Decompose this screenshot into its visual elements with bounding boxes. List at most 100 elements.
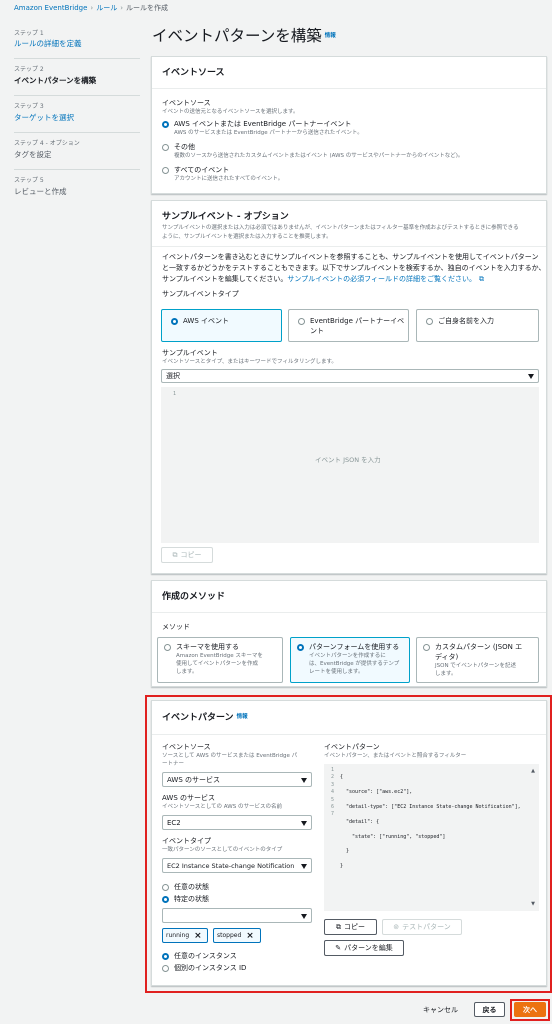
test-pattern-label: テストパターン: [402, 923, 451, 931]
event-source-panel: イベントソース イベントソース イベントの送信元となるイベントソースを選択します…: [151, 56, 547, 194]
pattern-source-value: AWS のサービス: [167, 775, 220, 784]
event-type-label: イベントタイプ: [162, 837, 211, 845]
event-type-select[interactable]: EC2 Instance State-change Notification: [162, 858, 312, 873]
nav-step-2-number: ステップ 2: [14, 66, 44, 73]
radio-aws-events[interactable]: [162, 121, 169, 128]
pattern-json-editor[interactable]: 1 2 3 4 5 6 7 { "source": ["aws.ec2"], "…: [324, 764, 539, 911]
info-link[interactable]: 情報: [237, 714, 248, 720]
json-line: "detail": {: [340, 818, 380, 825]
scroll-up-icon[interactable]: ▲: [531, 768, 535, 774]
radio-use-pattern-form[interactable]: [297, 644, 304, 651]
token-running: running ×: [162, 928, 208, 943]
card-use-schema-desc-3: します。: [176, 669, 198, 675]
sample-copy-button[interactable]: ⧉ コピー: [161, 547, 213, 563]
card-aws-event-label: AWS イベント: [183, 317, 229, 325]
radio-custom-event[interactable]: [426, 318, 433, 325]
required-fields-link[interactable]: サンプルイベントの必須フィールドの詳細をご覧ください。: [287, 275, 476, 283]
pattern-source-desc: ソースとして AWS のサービスまたは EventBridge パ: [162, 753, 298, 759]
card-partner-event-label: EventBridge パートナーイベ: [310, 317, 405, 325]
radio-aws-event[interactable]: [171, 318, 178, 325]
line-number: 1: [173, 391, 177, 397]
option-aws-events-desc: AWS のサービスまたは EventBridge パートナーから送信されたイベン…: [174, 130, 363, 136]
json-editor-placeholder: イベント JSON を入力: [315, 456, 381, 464]
copy-button-label: コピー: [180, 551, 202, 559]
card-use-pattern-form-desc-3: レートを使用します。: [309, 669, 364, 675]
event-source-heading: イベントソース: [162, 68, 225, 78]
aws-service-select[interactable]: EC2: [162, 815, 312, 830]
cancel-button[interactable]: キャンセル: [423, 1006, 458, 1014]
event-type-desc: 一致パターンのソースとしてのイベントのタイプ: [162, 847, 283, 853]
close-icon[interactable]: ×: [246, 931, 254, 941]
caret-down-icon: [301, 913, 307, 919]
test-pattern-button[interactable]: ⊚ テストパターン: [382, 919, 462, 935]
external-link-icon: ⧉: [479, 275, 485, 283]
card-custom-event[interactable]: ご自身名前を入力: [416, 309, 539, 342]
pattern-source-label: イベントソース: [162, 743, 211, 751]
specific-instance-label[interactable]: 個別のインスタンス ID: [174, 964, 246, 972]
option-all-events-label[interactable]: すべてのイベント: [174, 166, 229, 174]
radio-all-events[interactable]: [162, 167, 169, 174]
close-icon[interactable]: ×: [194, 931, 202, 941]
breadcrumb-eventbridge[interactable]: Amazon EventBridge: [14, 4, 87, 12]
nav-step-1-link[interactable]: ルールの詳細を定義: [14, 39, 82, 49]
pattern-source-desc-2: ートナー: [162, 761, 185, 767]
radio-any-instance[interactable]: [162, 953, 169, 960]
edit-icon: ✎: [335, 944, 342, 952]
any-instance-label[interactable]: 任意のインスタンス: [174, 952, 237, 960]
caret-down-icon: [301, 863, 307, 869]
specific-state-select[interactable]: [162, 908, 312, 923]
card-use-pattern-form[interactable]: パターンフォームを使用する イベントパターンを作成するに は、EventBrid…: [290, 637, 410, 683]
card-partner-event-label-2: ント: [310, 327, 324, 335]
line-number: 7: [331, 811, 335, 818]
radio-specific-instance[interactable]: [162, 965, 169, 972]
chevron-right-icon: ›: [120, 4, 124, 12]
info-link[interactable]: 情報: [325, 33, 336, 39]
back-button[interactable]: 戻る: [474, 1002, 505, 1017]
radio-partner-event[interactable]: [298, 318, 305, 325]
card-custom-pattern-title-2: ディタ): [435, 653, 459, 661]
nav-step-5-number: ステップ 5: [14, 177, 44, 184]
aws-service-label: AWS のサービス: [162, 794, 215, 802]
radio-custom-pattern[interactable]: [423, 644, 430, 651]
pattern-source-select[interactable]: AWS のサービス: [162, 772, 312, 787]
breadcrumb-rules[interactable]: ルール: [96, 4, 117, 12]
json-code: { "source": ["aws.ec2"], "detail-type": …: [340, 767, 521, 878]
radio-use-schema[interactable]: [164, 644, 171, 651]
sample-body-text-2: と一致するかどうかをテストすることもできます。以下でサンプルイベントを検索するか…: [162, 264, 546, 272]
line-number: 2: [331, 774, 335, 781]
caret-down-icon: [528, 374, 534, 379]
card-custom-pattern[interactable]: カスタムパターン (JSON エ ディタ) JSON でイベントパターンを記述 …: [416, 637, 539, 683]
aws-service-desc: イベントソースとしての AWS のサービスの名前: [162, 804, 282, 810]
line-number: 5: [331, 796, 335, 803]
method-label: メソッド: [162, 623, 190, 631]
json-line: "detail-type": ["EC2 Instance State-chan…: [340, 804, 521, 811]
event-source-desc: イベントの送信元となるイベントソースを選択します。: [162, 109, 299, 115]
specific-state-label[interactable]: 特定の状態: [174, 895, 209, 903]
event-pattern-panel: イベントパターン 情報 イベントソース ソースとして AWS のサービスまたは E…: [151, 700, 547, 986]
radio-specific-state[interactable]: [162, 896, 169, 903]
option-other-label[interactable]: その他: [174, 143, 195, 151]
nav-step-3-link[interactable]: ターゲットを選択: [14, 113, 74, 123]
event-source-label: イベントソース: [162, 99, 211, 107]
card-aws-event[interactable]: AWS イベント: [161, 309, 282, 342]
nav-step-5-label: レビューと作成: [14, 187, 67, 196]
pattern-copy-button[interactable]: ⧉ コピー: [324, 919, 377, 935]
option-aws-events-label[interactable]: AWS イベントまたは EventBridge パートナーイベント: [174, 120, 351, 128]
any-state-label[interactable]: 任意の状態: [174, 883, 209, 891]
panel-divider: [152, 88, 546, 89]
event-pattern-heading: イベントパターン 情報: [162, 713, 248, 723]
sample-event-json-editor[interactable]: 1 イベント JSON を入力: [161, 387, 539, 543]
caret-down-icon: [301, 777, 307, 783]
card-use-schema[interactable]: スキーマを使用する Amazon EventBridge スキーマを 使用してイ…: [157, 637, 283, 683]
radio-any-state[interactable]: [162, 884, 169, 891]
copy-icon: ⧉: [336, 922, 341, 931]
line-number: 3: [331, 781, 335, 788]
json-line: {: [340, 774, 344, 781]
radio-other[interactable]: [162, 144, 169, 151]
card-use-schema-desc: Amazon EventBridge スキーマを: [176, 653, 263, 659]
edit-pattern-button[interactable]: ✎ パターンを編集: [324, 940, 404, 956]
card-partner-event[interactable]: EventBridge パートナーイベ ント: [288, 309, 409, 342]
next-button[interactable]: 次へ: [514, 1002, 546, 1017]
sample-event-select[interactable]: 選択: [161, 369, 539, 383]
scroll-down-icon[interactable]: ▼: [531, 901, 535, 907]
